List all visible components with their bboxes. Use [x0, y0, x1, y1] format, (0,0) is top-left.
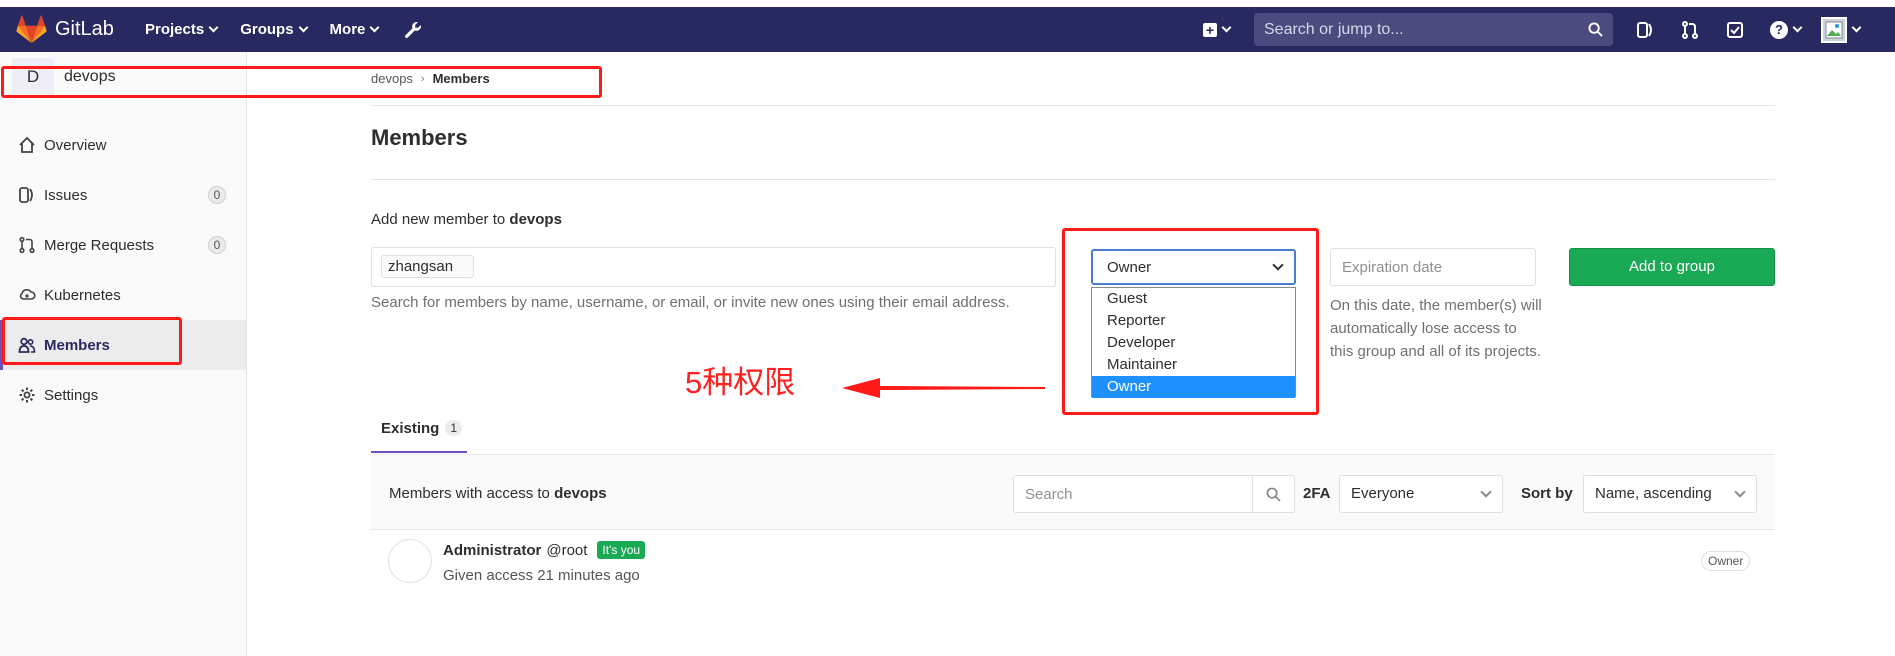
global-search-input[interactable]	[1264, 20, 1588, 39]
breadcrumb-parent[interactable]: devops	[371, 71, 413, 86]
chevron-down-icon	[1792, 22, 1803, 33]
sort-value: Name, ascending	[1595, 485, 1712, 502]
annotation-label: 5种权限	[685, 365, 796, 400]
member-username: @root	[546, 541, 588, 559]
kubernetes-icon	[19, 288, 36, 300]
sidebar-item-label: Settings	[44, 386, 99, 404]
todo-checkbox-icon[interactable]	[1725, 20, 1745, 40]
expiration-help: On this date, the member(s) will automat…	[1330, 297, 1542, 360]
sidebar-item-label: Issues	[44, 186, 88, 204]
gear-icon	[19, 387, 35, 403]
sort-dropdown[interactable]: Name, ascending	[1583, 475, 1757, 513]
member-identity: Administrator @root It's you	[443, 541, 646, 559]
annotation-highlight-group	[1, 66, 602, 98]
breadcrumb-current[interactable]: Members	[433, 71, 490, 86]
member-access-time: Given access 21 minutes ago	[443, 567, 640, 584]
chevron-down-icon	[298, 22, 308, 33]
groups-menu[interactable]: Groups	[240, 21, 308, 38]
sidebar-item-kubernetes[interactable]: Kubernetes	[0, 270, 246, 320]
gitlab-logo-icon	[16, 15, 47, 44]
user-avatar	[1821, 16, 1847, 43]
top-right-tools: + ?	[1203, 7, 1880, 52]
gitlab-brand[interactable]: GitLab	[16, 15, 140, 44]
twofa-label: 2FA	[1303, 485, 1331, 502]
twofa-filter-value: Everyone	[1351, 485, 1415, 502]
sidebar-item-settings[interactable]: Settings	[0, 370, 246, 420]
question-circle-icon: ?	[1770, 20, 1788, 39]
sidebar-item-label: Overview	[44, 136, 107, 154]
annotation-highlight-roles	[1062, 228, 1319, 415]
member-search-help: Search for members by name, username, or…	[371, 294, 1010, 311]
members-with-prefix: Members with access to	[389, 485, 550, 502]
more-menu-label: More	[329, 21, 366, 38]
divider	[371, 105, 1775, 106]
divider	[371, 179, 1775, 180]
main-menu: Projects Groups More	[145, 20, 423, 40]
member-filter-search-button[interactable]	[1252, 476, 1294, 512]
annotation-highlight-members	[2, 317, 182, 365]
members-with-group: devops	[554, 485, 607, 502]
members-with-access-label: Members with access to devops	[389, 485, 607, 502]
chevron-down-icon	[1851, 22, 1862, 33]
member-search-input[interactable]: zhangsan	[371, 247, 1056, 287]
sort-label: Sort by	[1521, 485, 1573, 502]
help-dropdown[interactable]: ?	[1770, 20, 1803, 39]
sidebar-item-issues[interactable]: Issues 0	[0, 170, 246, 220]
sidebar-item-overview[interactable]: Overview	[0, 120, 246, 170]
sidebar-item-label: Kubernetes	[44, 286, 121, 304]
merge-request-icon[interactable]	[1680, 20, 1700, 40]
home-icon	[19, 136, 35, 153]
issues-icon	[19, 187, 33, 203]
search-icon	[1588, 22, 1603, 37]
search-icon	[1266, 487, 1281, 502]
user-menu[interactable]	[1821, 16, 1862, 43]
more-menu[interactable]: More	[329, 21, 380, 38]
sidebar-item-label: Merge Requests	[44, 236, 155, 254]
its-you-badge: It's you	[597, 541, 646, 559]
top-navbar: GitLab Projects Groups More + Search or …	[0, 7, 1895, 52]
add-member-label-prefix: Add new member to	[371, 211, 506, 228]
member-name[interactable]: Administrator	[443, 542, 541, 559]
member-avatar[interactable]	[388, 539, 432, 583]
tab-existing-label: Existing	[381, 419, 440, 437]
brand-name: GitLab	[55, 18, 114, 40]
chevron-down-icon	[1221, 22, 1232, 33]
new-dropdown[interactable]: +	[1203, 22, 1232, 37]
projects-menu[interactable]: Projects	[145, 21, 219, 38]
chevron-down-icon	[1734, 486, 1746, 498]
global-search[interactable]	[1254, 13, 1613, 46]
issues-icon[interactable]	[1635, 20, 1655, 40]
add-member-label: Add new member to devops	[371, 211, 562, 228]
breadcrumb-separator: ›	[420, 72, 425, 85]
add-member-group-name: devops	[509, 211, 562, 228]
selected-user-token[interactable]: zhangsan	[381, 255, 475, 278]
member-filter-search	[1013, 475, 1295, 513]
breadcrumb: devops › Members	[371, 71, 490, 86]
twofa-filter-dropdown[interactable]: Everyone	[1339, 475, 1503, 513]
members-filter-bar: Members with access to devops 2FA Everyo…	[371, 454, 1775, 530]
groups-menu-label: Groups	[240, 21, 294, 38]
merge-request-icon	[19, 236, 35, 254]
chevron-down-icon	[208, 22, 219, 33]
annotation-arrow-icon	[842, 378, 1045, 398]
add-to-group-button[interactable]: Add to group	[1569, 248, 1775, 286]
plus-square-icon: +	[1203, 22, 1217, 37]
member-row: Administrator @root It's you Given acces…	[371, 531, 1775, 601]
expiration-date-input[interactable]	[1330, 248, 1536, 286]
chevron-down-icon	[1480, 486, 1492, 498]
tab-existing[interactable]: Existing 1	[371, 405, 467, 453]
merge-requests-count: 0	[208, 236, 226, 254]
projects-menu-label: Projects	[145, 21, 205, 38]
image-placeholder-icon	[1825, 21, 1843, 38]
tab-existing-count: 1	[445, 420, 463, 436]
member-filter-input[interactable]	[1014, 476, 1252, 512]
sidebar-item-merge-requests[interactable]: Merge Requests 0	[0, 220, 246, 270]
page-title: Members	[371, 125, 468, 150]
issues-count: 0	[208, 186, 226, 204]
admin-wrench-icon[interactable]	[403, 20, 423, 40]
member-role-badge: Owner	[1701, 551, 1751, 571]
chevron-down-icon	[369, 22, 380, 33]
